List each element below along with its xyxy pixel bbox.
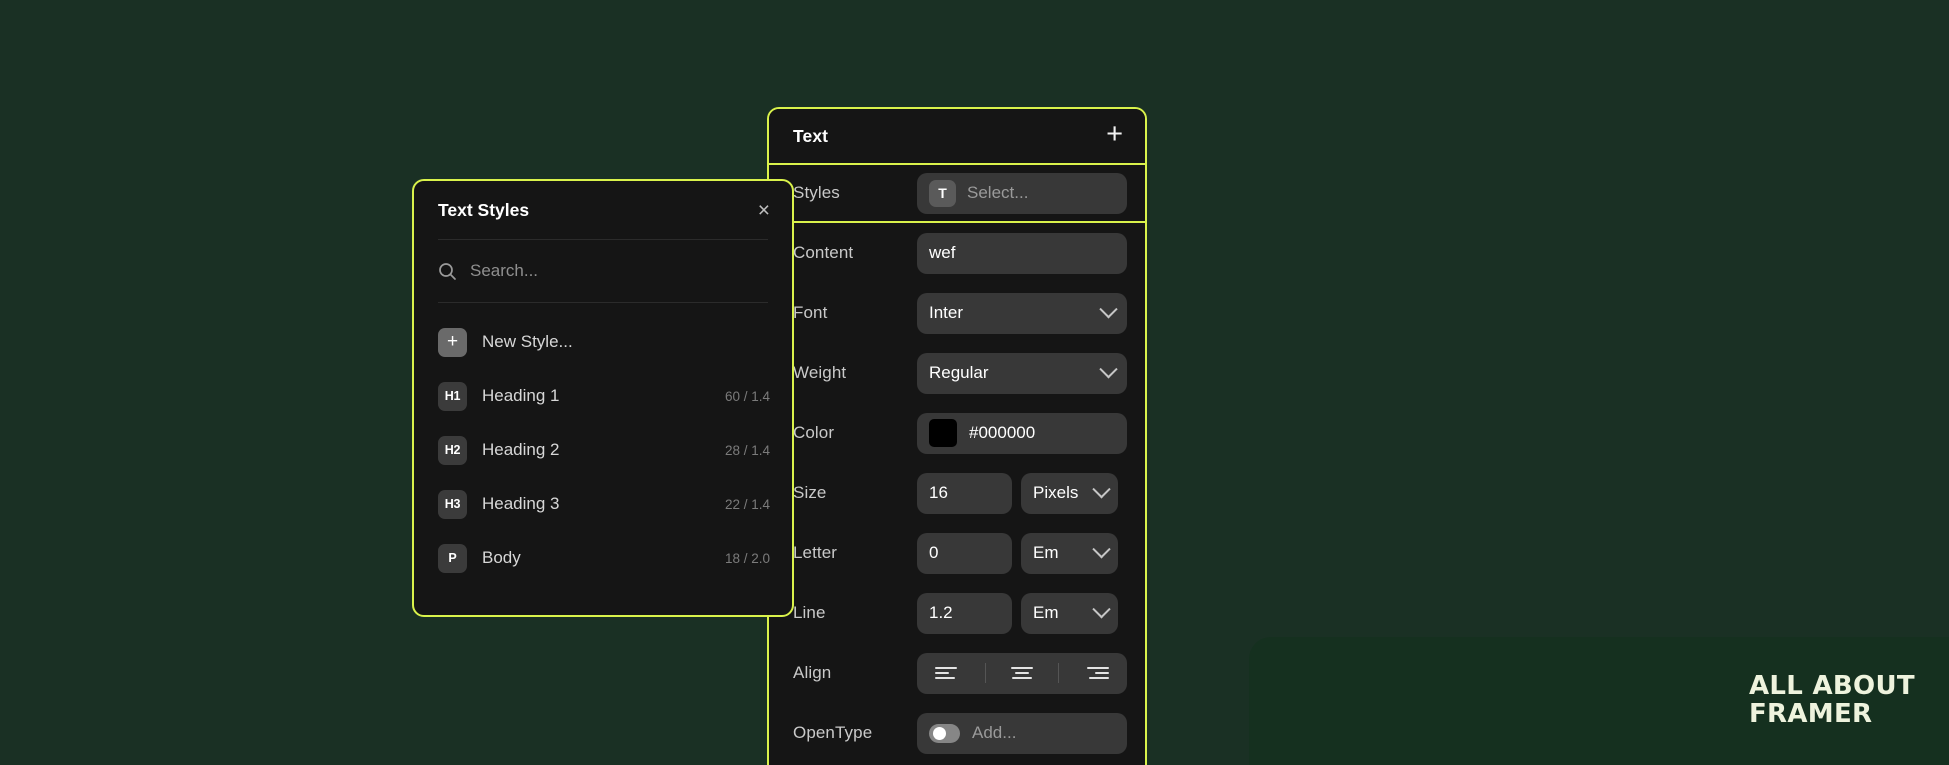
letter-input[interactable]: 0 [917, 532, 1012, 574]
text-styles-header: Text Styles × [414, 181, 792, 239]
row-line: Line 1.2 Em [769, 583, 1145, 643]
row-weight: Weight Regular [769, 343, 1145, 403]
line-input[interactable]: 1.2 [917, 592, 1012, 634]
text-panel-header: Text + [769, 109, 1145, 165]
heading2-icon: H2 [438, 435, 467, 465]
align-button-group [917, 652, 1127, 694]
list-item[interactable]: H2 Heading 2 28 / 1.4 [414, 423, 792, 477]
label-align: Align [793, 663, 832, 682]
line-unit-select[interactable]: Em [1021, 592, 1118, 634]
list-item[interactable]: + New Style... [414, 315, 792, 369]
align-left-icon[interactable] [921, 667, 977, 679]
row-letter: Letter 0 Em [769, 523, 1145, 583]
opentype-input[interactable]: Add... [917, 712, 1127, 754]
watermark-badge: ALL ABOUT FRAMER [1249, 637, 1949, 765]
label-letter: Letter [793, 543, 838, 562]
label-content: Content [793, 243, 854, 262]
label-line: Line [793, 603, 826, 622]
search-input[interactable]: Search... [470, 261, 538, 281]
color-input[interactable]: #000000 [917, 412, 1127, 454]
list-item-label: Heading 1 [482, 386, 560, 405]
text-styles-title: Text Styles [438, 199, 530, 220]
styles-select[interactable]: T Select... [917, 172, 1127, 214]
size-unit-select[interactable]: Pixels [1021, 472, 1118, 514]
text-styles-popover: Text Styles × Search... + New Style... H… [412, 179, 794, 617]
opentype-placeholder: Add... [972, 723, 1017, 742]
row-font: Font Inter [769, 283, 1145, 343]
font-select[interactable]: Inter [917, 292, 1127, 334]
close-icon[interactable]: × [758, 200, 770, 221]
row-styles: Styles T Select... [769, 165, 1145, 223]
letter-unit-value: Em [1033, 543, 1059, 562]
list-item-label: New Style... [482, 332, 573, 351]
chevron-down-icon [1099, 359, 1118, 378]
color-value: #000000 [969, 423, 1036, 442]
label-weight: Weight [793, 363, 847, 382]
paragraph-icon: P [438, 543, 467, 573]
text-styles-search[interactable]: Search... [414, 240, 792, 302]
list-item-label: Heading 3 [482, 494, 560, 513]
label-size: Size [793, 483, 827, 502]
list-item[interactable]: H1 Heading 1 60 / 1.4 [414, 369, 792, 423]
opentype-toggle[interactable] [929, 723, 960, 743]
divider [1058, 663, 1059, 683]
list-item[interactable]: P Body 18 / 2.0 [414, 531, 792, 585]
label-color: Color [793, 423, 835, 442]
list-item-label: Body [482, 548, 521, 567]
chevron-down-icon [1092, 599, 1111, 618]
list-item-meta: 18 / 2.0 [724, 550, 770, 566]
label-styles: Styles [793, 183, 840, 202]
search-icon [439, 262, 456, 280]
text-styles-list: + New Style... H1 Heading 1 60 / 1.4 H2 … [414, 303, 792, 585]
heading1-icon: H1 [438, 381, 467, 411]
text-panel-body: Styles T Select... Content wef Font Inte… [769, 165, 1145, 763]
text-properties-panel: Text + Styles T Select... Content wef Fo… [767, 107, 1147, 765]
label-font: Font [793, 303, 828, 322]
divider [985, 663, 986, 683]
heading3-icon: H3 [438, 489, 467, 519]
row-content: Content wef [769, 223, 1145, 283]
chevron-down-icon [1092, 479, 1111, 498]
chevron-down-icon [1099, 299, 1118, 318]
letter-unit-select[interactable]: Em [1021, 532, 1118, 574]
content-input[interactable]: wef [917, 232, 1127, 274]
weight-select-value: Regular [929, 363, 989, 382]
size-unit-value: Pixels [1033, 483, 1079, 502]
list-item-meta: 60 / 1.4 [724, 388, 770, 404]
chevron-down-icon [1092, 539, 1111, 558]
font-select-value: Inter [929, 303, 964, 322]
line-unit-value: Em [1033, 603, 1059, 622]
add-icon[interactable]: + [1106, 119, 1123, 153]
watermark-line-1: ALL ABOUT [1749, 671, 1915, 702]
label-opentype: OpenType [793, 723, 873, 742]
row-align: Align [769, 643, 1145, 703]
list-item-meta: 22 / 1.4 [724, 496, 770, 512]
plus-icon: + [438, 327, 467, 357]
size-input[interactable]: 16 [917, 472, 1012, 514]
list-item-label: Heading 2 [482, 440, 560, 459]
weight-select[interactable]: Regular [917, 352, 1127, 394]
row-color: Color #000000 [769, 403, 1145, 463]
align-right-icon[interactable] [1067, 667, 1123, 679]
styles-select-placeholder: Select... [967, 183, 1029, 202]
panel-title: Text [793, 125, 829, 146]
row-size: Size 16 Pixels [769, 463, 1145, 523]
watermark-text: ALL ABOUT FRAMER [1749, 673, 1915, 728]
list-item[interactable]: H3 Heading 3 22 / 1.4 [414, 477, 792, 531]
text-style-icon: T [929, 179, 956, 207]
list-item-meta: 28 / 1.4 [724, 442, 770, 458]
align-center-icon[interactable] [994, 667, 1050, 679]
color-swatch[interactable] [929, 419, 957, 447]
watermark-line-2: FRAMER [1749, 699, 1873, 729]
row-opentype: OpenType Add... [769, 703, 1145, 763]
